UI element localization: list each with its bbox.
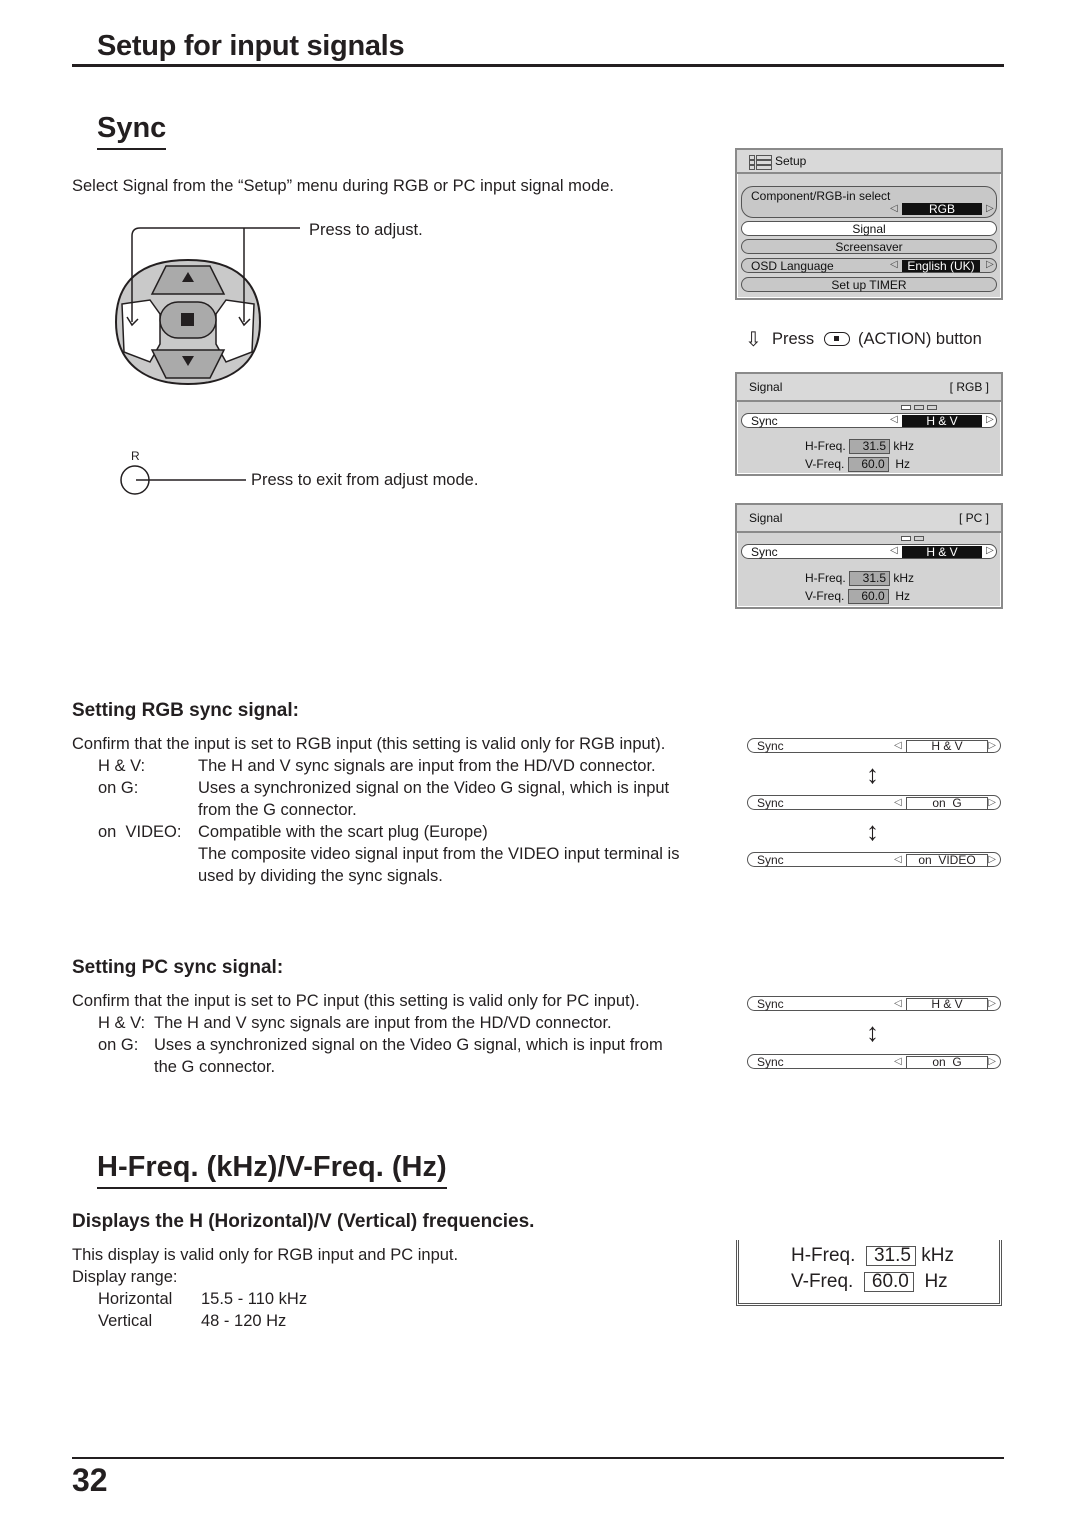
down-arrow-icon: ⇩ — [745, 329, 762, 351]
right-arrow-icon[interactable]: ▷ — [986, 259, 994, 271]
right-arrow-icon[interactable]: ▷ — [988, 853, 996, 867]
left-arrow-icon[interactable]: ◁ — [890, 414, 898, 426]
freq-readout: H-Freq. 31.5 kHz V-Freq. 60.0 Hz — [805, 439, 915, 472]
action-button-icon — [824, 332, 850, 346]
pc-sync-body: Confirm that the input is set to PC inpu… — [72, 992, 663, 1076]
menu-list-icon — [749, 155, 772, 170]
hfreq-value: 31.5 — [849, 439, 891, 454]
right-arrow-icon[interactable]: ▷ — [988, 997, 996, 1011]
setup-menu-panel: Setup Component/RGB-in select ◁ RGB ▷ Si… — [735, 148, 1003, 300]
press-label: Press — [772, 330, 815, 348]
rgb-sync-title: Setting RGB sync signal: — [72, 700, 299, 721]
freq-section-subtitle: Displays the H (Horizontal)/V (Vertical)… — [72, 1211, 535, 1232]
press-to-adjust-label: Press to adjust. — [309, 221, 423, 239]
pc-sync-option-hv[interactable]: Sync ◁ H & V ▷ — [747, 996, 1001, 1011]
hfreq-value: 31.5 — [865, 1246, 916, 1266]
right-arrow-icon[interactable]: ▷ — [986, 414, 994, 426]
header-rule — [72, 64, 1004, 67]
sync-value: H & V — [902, 415, 982, 427]
left-arrow-icon[interactable]: ◁ — [894, 739, 902, 753]
pc-sync-option-on-g[interactable]: Sync ◁ on G ▷ — [747, 1054, 1001, 1069]
vfreq-value: 60.0 — [863, 1272, 914, 1292]
vfreq-value: 60.0 — [847, 589, 889, 604]
r-button-label: R — [131, 449, 140, 463]
left-arrow-icon[interactable]: ◁ — [894, 853, 902, 867]
right-arrow-icon[interactable]: ▷ — [986, 545, 994, 557]
sync-intro: Select Signal from the “Setup” menu duri… — [72, 177, 615, 195]
osd-language-value: English (UK) — [902, 260, 980, 272]
signal-rgb-panel: Signal [ RGB ] Sync ◁ H & V ▷ H-Freq. 31… — [735, 372, 1003, 476]
page-indicator — [901, 536, 924, 541]
freq-section-title: H-Freq. (kHz)/V-Freq. (Hz) — [97, 1151, 447, 1189]
rgb-sync-option-hv[interactable]: Sync ◁ H & V ▷ — [747, 738, 1001, 753]
menu-item-osd-language[interactable]: OSD Language ◁ English (UK) ▷ — [741, 258, 997, 273]
sync-section-title: Sync — [97, 112, 167, 150]
freq-display-panel: H-Freq. 31.5 kHz V-Freq. 60.0 Hz — [736, 1240, 1002, 1306]
pc-sync-title: Setting PC sync signal: — [72, 957, 284, 978]
menu-item-screensaver[interactable]: Screensaver — [741, 239, 997, 254]
left-arrow-icon[interactable]: ◁ — [890, 545, 898, 557]
page-number: 32 — [72, 1462, 108, 1498]
setup-menu-header: Setup — [737, 150, 1001, 174]
sync-value: H & V — [902, 546, 982, 558]
signal-rgb-title: Signal — [749, 380, 783, 394]
freq-readout: H-Freq. 31.5 kHz V-Freq. 60.0 Hz — [805, 571, 915, 604]
menu-item-signal[interactable]: Signal — [741, 221, 997, 236]
right-arrow-icon[interactable]: ▷ — [988, 1055, 996, 1069]
rgb-sync-body: Confirm that the input is set to RGB inp… — [72, 735, 680, 885]
rgb-sync-option-on-video[interactable]: Sync ◁ on VIDEO ▷ — [747, 852, 1001, 867]
signal-rgb-mode: [ RGB ] — [949, 380, 989, 394]
signal-pc-mode: [ PC ] — [958, 511, 989, 525]
rgb-sync-option-on-g[interactable]: Sync ◁ on G ▷ — [747, 795, 1001, 810]
left-arrow-icon[interactable]: ◁ — [894, 997, 902, 1011]
up-down-arrow-icon: ↕ — [866, 816, 879, 846]
left-arrow-icon[interactable]: ◁ — [894, 796, 902, 810]
signal-pc-panel: Signal [ PC ] Sync ◁ H & V ▷ H-Freq. 31.… — [735, 503, 1003, 609]
sync-setting-row[interactable]: Sync ◁ H & V ▷ — [741, 413, 997, 428]
up-down-arrow-icon: ↕ — [866, 759, 879, 789]
remote-dpad-icon — [114, 227, 270, 386]
left-arrow-icon[interactable]: ◁ — [890, 203, 898, 215]
right-arrow-icon[interactable]: ▷ — [986, 203, 994, 215]
setup-menu-title: Setup — [775, 154, 807, 168]
hfreq-value: 31.5 — [849, 571, 891, 586]
freq-section-body: This display is valid only for RGB input… — [72, 1246, 459, 1330]
r-button-icon — [120, 465, 246, 495]
left-arrow-icon[interactable]: ◁ — [894, 1055, 902, 1069]
vfreq-value: 60.0 — [847, 457, 889, 472]
page-header-title: Setup for input signals — [97, 30, 405, 62]
left-arrow-icon[interactable]: ◁ — [890, 259, 898, 271]
sync-setting-row[interactable]: Sync ◁ H & V ▷ — [741, 544, 997, 559]
right-arrow-icon[interactable]: ▷ — [988, 796, 996, 810]
footer-rule — [72, 1457, 1004, 1459]
up-down-arrow-icon: ↕ — [866, 1017, 879, 1047]
action-button-label: (ACTION) button — [858, 330, 982, 348]
right-arrow-icon[interactable]: ▷ — [988, 739, 996, 753]
signal-pc-title: Signal — [749, 511, 783, 525]
page-indicator — [901, 405, 937, 410]
menu-item-set-up-timer[interactable]: Set up TIMER — [741, 277, 997, 292]
callout-line — [270, 227, 300, 229]
menu-item-component-rgb-select[interactable]: Component/RGB-in select ◁ RGB ▷ — [741, 186, 997, 218]
component-rgb-value: RGB — [902, 203, 982, 215]
press-to-exit-label: Press to exit from adjust mode. — [251, 471, 479, 489]
